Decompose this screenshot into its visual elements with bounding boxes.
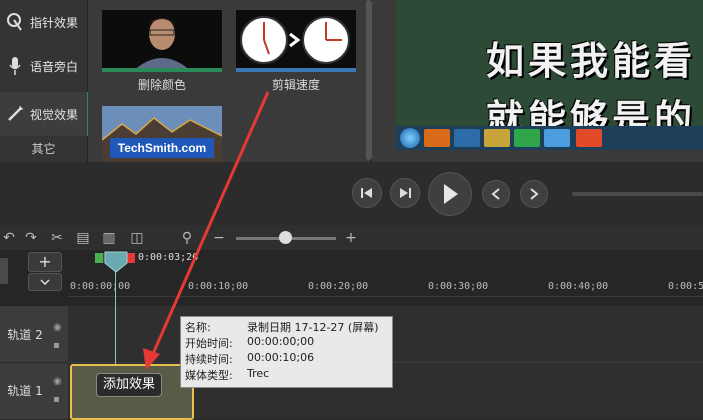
step-forward-icon	[400, 188, 411, 198]
selection-start-marker[interactable]	[95, 253, 103, 263]
chevron-left-icon	[491, 188, 500, 200]
track-height-handle[interactable]	[0, 258, 8, 284]
playback-scrubber[interactable]	[572, 192, 703, 196]
tooltip-key: 媒体类型:	[185, 369, 233, 382]
sidebar-item-label: 指针效果	[30, 15, 79, 30]
ruler-tick: 0:00:40;00	[548, 281, 609, 292]
app-icon	[454, 129, 480, 147]
thumbnail-label: 删除颜色	[137, 78, 186, 92]
track-divider	[0, 362, 68, 363]
playback-controls	[0, 162, 703, 230]
split-icon[interactable]: ◫	[128, 229, 146, 247]
track-1-label[interactable]: 轨道 1	[0, 382, 50, 399]
sidebar-item-label: 语音旁白	[30, 59, 79, 74]
clip-speed-thumbnail[interactable]	[236, 10, 356, 72]
step-back-button[interactable]	[352, 178, 382, 208]
subtitle-line: 如果我能看	[486, 39, 697, 83]
remove-color-thumbnail[interactable]	[102, 10, 222, 72]
effects-library: 删除颜色 剪辑速度 TechSmith.com	[88, 0, 370, 162]
eye-icon[interactable]: ◉	[53, 322, 62, 333]
play-button[interactable]	[428, 172, 472, 216]
thumbnail-label: 剪辑速度	[271, 78, 320, 92]
app-icon	[544, 129, 570, 147]
tooltip-value: 00:00:00;00	[247, 335, 315, 348]
explorer-icon	[484, 129, 510, 147]
step-forward-button[interactable]	[390, 178, 420, 208]
zoom-slider-handle[interactable]	[279, 231, 292, 244]
cut-icon[interactable]: ✂	[48, 229, 66, 247]
tooltip-key: 持续时间:	[185, 353, 233, 366]
techsmith-logo-text: TechSmith.com	[118, 141, 206, 155]
zoom-out-icon[interactable]: −	[210, 229, 228, 247]
windows-taskbar	[396, 126, 703, 150]
redo-icon[interactable]: ↷	[22, 229, 40, 247]
playhead-handle[interactable]	[104, 251, 128, 273]
firefox-icon	[424, 129, 450, 147]
tooltip-key: 开始时间:	[185, 337, 233, 350]
track-2-label[interactable]: 轨道 2	[0, 326, 50, 343]
tooltip-value: 00:00:10;06	[247, 351, 315, 364]
zoom-in-icon[interactable]: +	[342, 229, 360, 247]
undo-icon[interactable]: ↶	[0, 229, 18, 247]
track-options-button[interactable]	[28, 273, 62, 291]
chevron-right-icon	[530, 188, 539, 200]
zoom-search-icon: ⚲	[181, 230, 193, 246]
previous-button[interactable]	[482, 180, 510, 208]
selection-end-marker[interactable]	[127, 253, 135, 263]
next-button[interactable]	[520, 180, 548, 208]
playhead-time: 0:00:03;26	[138, 252, 199, 263]
magic-wand-icon	[4, 103, 26, 125]
ruler-tick: 0:00:20;00	[308, 281, 369, 292]
lock-icon[interactable]: ▪	[53, 394, 60, 405]
tooltip-value: 录制日期 17-12-27 (屏幕)	[247, 321, 379, 334]
sidebar-item-label: 视觉效果	[30, 107, 79, 122]
add-effect-button[interactable]: 添加效果	[96, 373, 162, 397]
ruler-divider	[68, 296, 703, 297]
lock-icon[interactable]: ▪	[53, 340, 60, 351]
play-icon	[444, 184, 458, 204]
eye-icon[interactable]: ◉	[53, 376, 62, 387]
paste-icon[interactable]: ▥	[100, 229, 118, 247]
ruler-tick: 0:00:00;00	[70, 281, 131, 292]
clip-tooltip: 名称: 录制日期 17-12-27 (屏幕) 开始时间: 00:00:00;00…	[180, 316, 393, 388]
add-track-button[interactable]: +	[28, 252, 62, 272]
effects-sidebar: 指针效果 语音旁白 视觉效果 其它	[0, 0, 89, 162]
track-headers: 轨道 2 ◉ ▪ 轨道 1 ◉ ▪	[0, 306, 68, 419]
tooltip-key: 名称:	[185, 321, 211, 334]
copy-icon[interactable]: ▤	[74, 229, 92, 247]
timeline-toolbar: ↶ ↷ ✂ ▤ ▥ ◫ ⚲ − +	[0, 226, 703, 250]
tooltip-value: Trec	[247, 367, 270, 380]
sidebar-item-other[interactable]: 其它	[0, 140, 87, 157]
step-back-icon	[361, 188, 372, 198]
sidebar-item-voice-narration[interactable]: 语音旁白	[0, 44, 87, 88]
ruler-tick: 0:00:10;00	[188, 281, 249, 292]
ruler-tick: 0:00:50	[668, 281, 703, 292]
chevron-down-icon	[40, 279, 50, 285]
cursor-effects-icon	[4, 11, 26, 33]
sidebar-item-cursor-effects[interactable]: 指针效果	[0, 0, 87, 44]
camtasia-green-icon	[514, 129, 540, 147]
sidebar-item-visual-effects[interactable]: 视觉效果	[0, 92, 89, 136]
microphone-icon	[4, 55, 26, 77]
camtasia-red-icon	[576, 129, 602, 147]
ruler-tick: 0:00:30;00	[428, 281, 489, 292]
windows-start-icon	[400, 128, 420, 148]
techsmith-thumbnail[interactable]: TechSmith.com	[102, 106, 222, 162]
